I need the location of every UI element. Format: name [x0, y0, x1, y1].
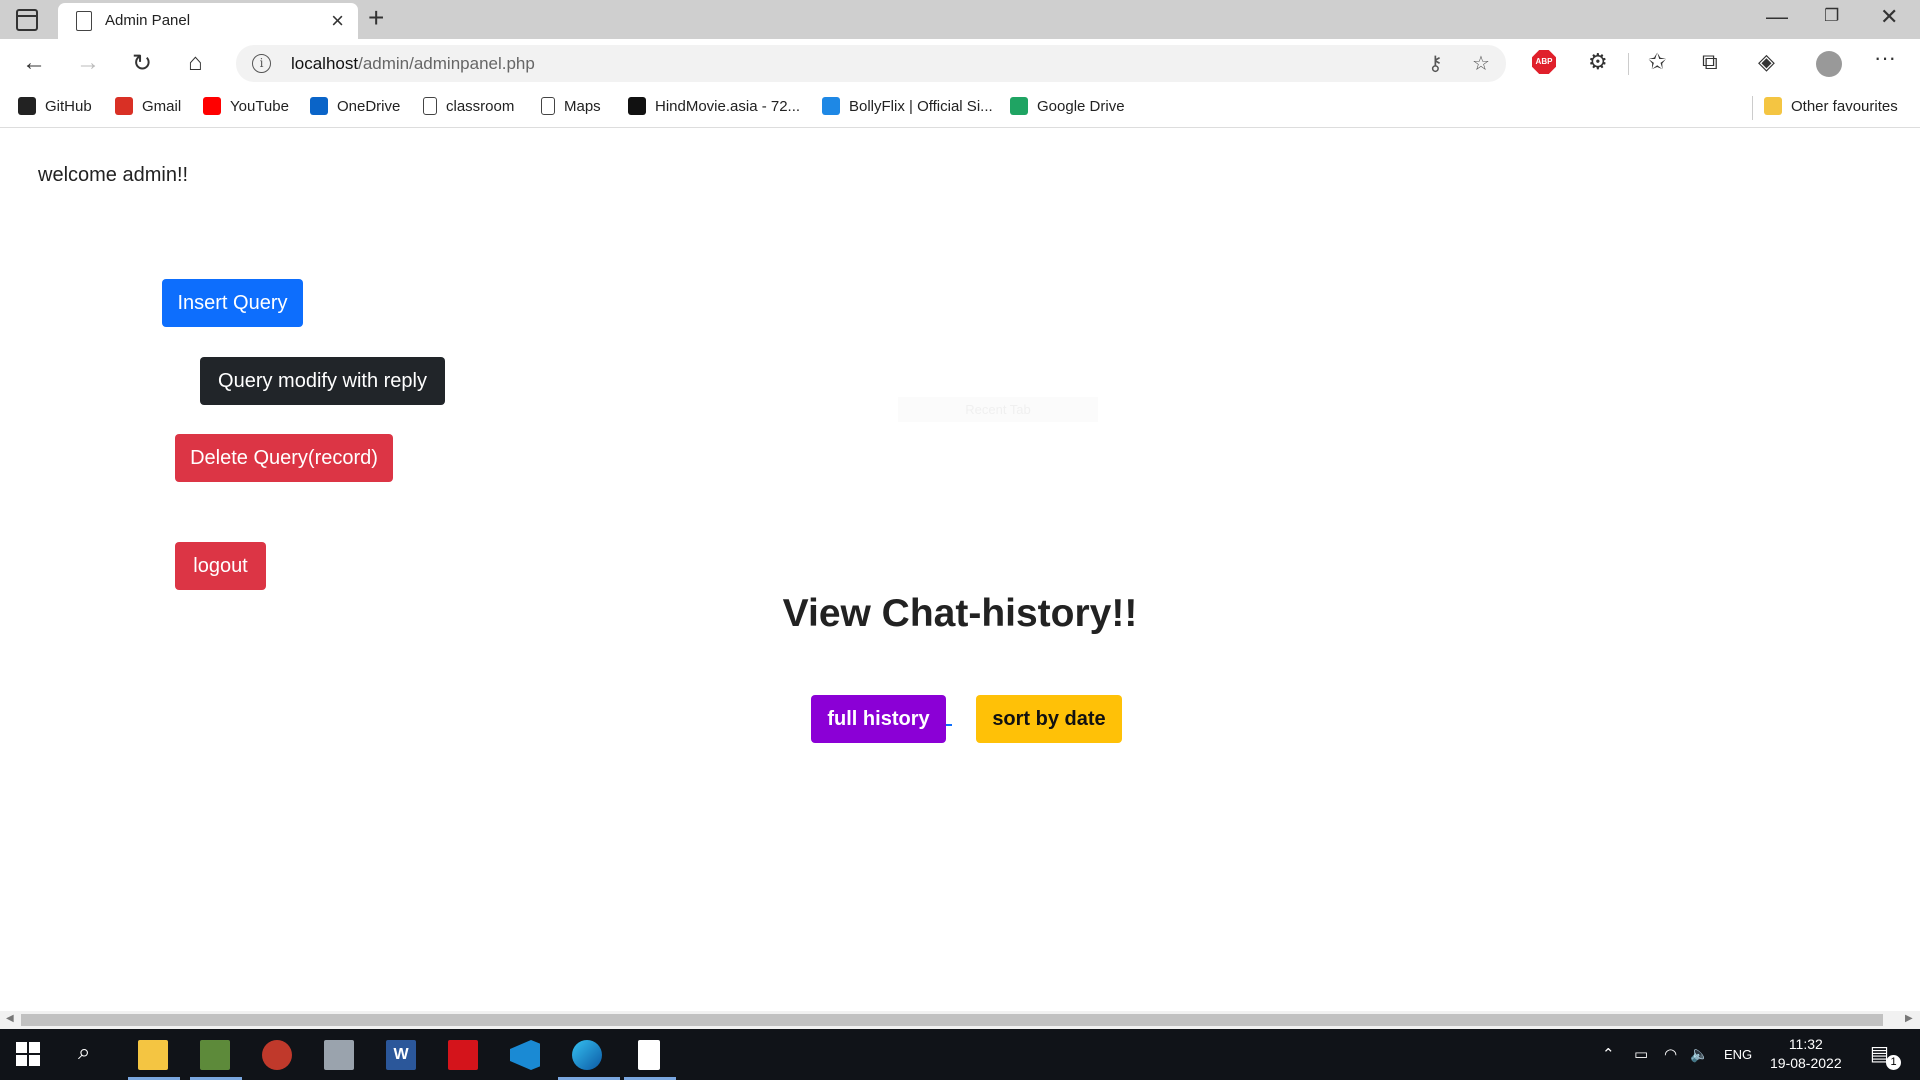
github-icon [18, 97, 36, 115]
tab-title: Admin Panel [105, 12, 191, 29]
browser-toolbar: ← → ↻ ⌂ i localhost/admin/adminpanel.php… [0, 39, 1920, 88]
windows-taskbar: ⌕ W ⌃ ▭ ◠ 🔈 ENG 11:32 19-08-2022 ▤ 1 [0, 1029, 1920, 1080]
bookmark-item[interactable]: Maps [541, 97, 601, 115]
page-icon [76, 11, 92, 31]
new-tab-icon[interactable]: + [368, 2, 384, 34]
drive-icon [1010, 97, 1028, 115]
chevron-up-icon[interactable]: ⌃ [1602, 1045, 1615, 1063]
device-icon[interactable]: ▭ [1634, 1045, 1648, 1063]
chat-history-heading: View Chat-history!! [782, 592, 1138, 635]
info-icon[interactable]: i [252, 54, 271, 73]
home-icon[interactable]: ⌂ [188, 49, 203, 77]
delete-query-button[interactable]: Delete Query(record) [175, 434, 393, 482]
acrobat-icon[interactable] [448, 1040, 478, 1070]
favourites-icon[interactable]: ✩ [1648, 49, 1666, 75]
collections-icon[interactable]: ⧉ [1702, 49, 1718, 75]
other-favourites[interactable]: Other favourites [1764, 97, 1898, 115]
bookmark-item[interactable]: BollyFlix | Official Si... [822, 97, 993, 115]
back-icon[interactable]: ← [22, 49, 46, 77]
folder-icon [1764, 97, 1782, 115]
bollyflix-icon [822, 97, 840, 115]
clock-time: 11:32 [1788, 1036, 1823, 1052]
minimize-icon[interactable]: — [1766, 4, 1788, 30]
adblock-plus-icon[interactable]: ABP [1532, 50, 1556, 74]
clock[interactable]: 11:32 19-08-2022 [1770, 1035, 1842, 1073]
restore-icon[interactable]: ❐ [1824, 6, 1839, 26]
bookmark-label: GitHub [45, 97, 92, 115]
logout-button[interactable]: logout [175, 542, 266, 590]
notepad-icon[interactable] [638, 1040, 660, 1070]
extensions-icon[interactable]: ⚙ [1588, 49, 1608, 75]
edge-icon[interactable] [572, 1040, 602, 1070]
other-favourites-label: Other favourites [1791, 97, 1898, 115]
faint-placeholder: Recent Tab [898, 397, 1098, 422]
toolbar-divider [1628, 53, 1629, 75]
key-icon[interactable]: ⚷ [1428, 51, 1443, 76]
add-favourite-icon[interactable]: ☆ [1472, 51, 1490, 76]
bookmark-label: BollyFlix | Official Si... [849, 97, 993, 115]
bookmark-item[interactable]: GitHub [18, 97, 92, 115]
welcome-text: welcome admin!! [38, 164, 189, 186]
paint-app-icon[interactable] [262, 1040, 292, 1070]
notification-count: 1 [1886, 1055, 1901, 1070]
start-icon[interactable] [16, 1042, 40, 1066]
bookmark-item[interactable]: YouTube [203, 97, 289, 115]
address-bar[interactable]: i localhost/admin/adminpanel.php ⚷ ☆ [236, 45, 1506, 82]
bookmark-label: OneDrive [337, 97, 401, 115]
bookmarks-bar: GitHub Gmail YouTube OneDrive classroom Maps H… [0, 88, 1920, 128]
page-icon [423, 97, 437, 115]
word-icon[interactable]: W [386, 1040, 416, 1070]
more-menu-icon[interactable]: ··· [1874, 45, 1896, 71]
bookmark-label: Google Drive [1037, 97, 1125, 115]
refresh-icon[interactable]: ↻ [132, 49, 152, 78]
bookmark-label: YouTube [230, 97, 289, 115]
close-window-icon[interactable]: ✕ [1880, 4, 1898, 30]
bookmark-item[interactable]: classroom [423, 97, 514, 115]
bookmark-item[interactable]: OneDrive [310, 97, 400, 115]
youtube-icon [203, 97, 221, 115]
volume-icon[interactable]: 🔈 [1690, 1045, 1709, 1063]
file-explorer-icon[interactable] [138, 1040, 168, 1070]
vscode-icon[interactable] [510, 1040, 540, 1070]
gmail-icon [115, 97, 133, 115]
browser-tab[interactable]: Admin Panel × [58, 3, 358, 39]
g-icon [628, 97, 646, 115]
bookmark-item[interactable]: HindMovie.asia - 72... [628, 97, 800, 115]
performance-icon[interactable]: ◈ [1758, 49, 1775, 75]
bookmark-label: classroom [446, 97, 515, 115]
bookmark-label: Maps [564, 97, 601, 115]
tab-actions-icon[interactable] [16, 9, 38, 31]
photos-app-icon[interactable] [200, 1040, 230, 1070]
modify-query-button[interactable]: Query modify with reply [200, 357, 445, 405]
page-icon [541, 97, 555, 115]
sort-by-date-button[interactable]: sort by date [976, 695, 1122, 743]
forward-icon[interactable]: → [76, 49, 100, 77]
scroll-right-icon[interactable]: ▶ [1905, 1013, 1913, 1024]
insert-query-button[interactable]: Insert Query [162, 279, 303, 327]
link-underline [946, 724, 952, 726]
bookmarks-divider [1752, 96, 1753, 120]
language-indicator[interactable]: ENG [1724, 1047, 1752, 1062]
onedrive-icon [310, 97, 328, 115]
tab-close-icon[interactable]: × [331, 8, 344, 34]
browser-titlebar: Admin Panel × + — ❐ ✕ [0, 0, 1920, 39]
app-icon[interactable] [324, 1040, 354, 1070]
scrollbar-thumb[interactable] [21, 1014, 1883, 1026]
horizontal-scrollbar[interactable]: ◀ ▶ [0, 1011, 1920, 1029]
scroll-left-icon[interactable]: ◀ [6, 1013, 14, 1024]
bookmark-label: HindMovie.asia - 72... [655, 97, 801, 115]
bookmark-label: Gmail [142, 97, 182, 115]
clock-date: 19-08-2022 [1770, 1055, 1842, 1071]
url-text[interactable]: localhost/admin/adminpanel.php [291, 54, 535, 74]
search-icon[interactable]: ⌕ [78, 1039, 90, 1065]
profile-avatar[interactable] [1816, 51, 1842, 77]
wifi-icon[interactable]: ◠ [1664, 1045, 1677, 1063]
full-history-button[interactable]: full history [811, 695, 946, 743]
bookmark-item[interactable]: Gmail [115, 97, 181, 115]
bookmark-item[interactable]: Google Drive [1010, 97, 1125, 115]
